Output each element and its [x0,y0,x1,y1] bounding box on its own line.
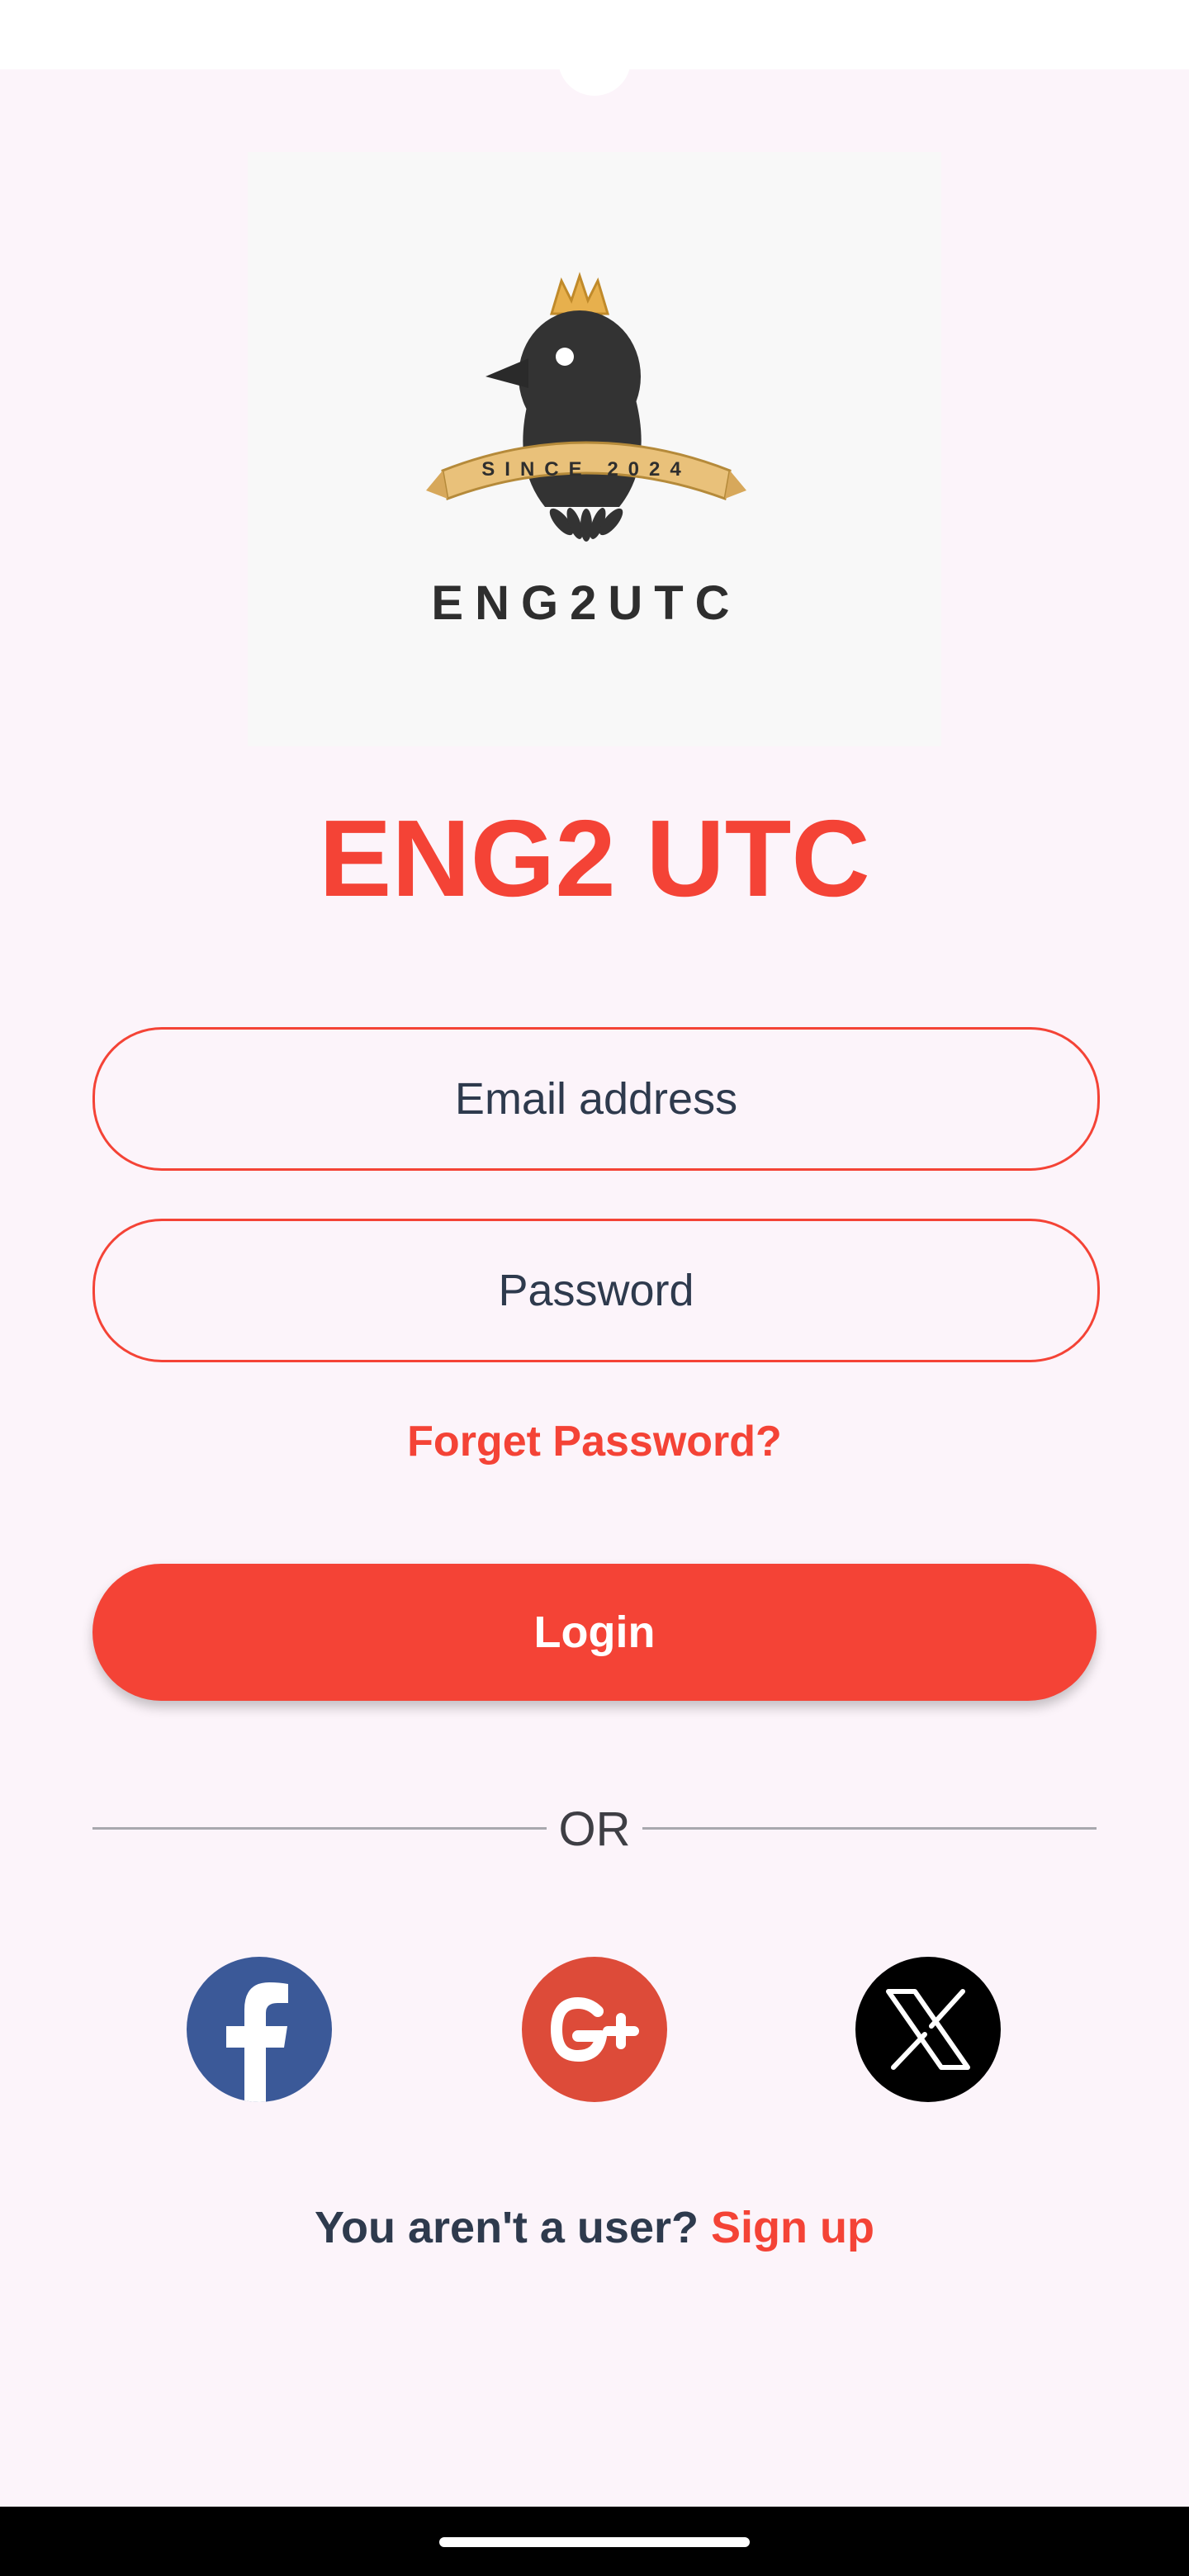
forgot-password-link[interactable]: Forget Password? [0,1409,1189,1475]
facebook-icon [226,1982,288,2102]
x-icon [886,1989,970,2070]
login-button-label: Login [533,1608,656,1657]
penguin-logo-icon: SINCE 2024 ENG2UTC [426,272,746,630]
facebook-login-button[interactable] [187,1957,332,2102]
login-button[interactable]: Login [92,1564,1097,1701]
app-logo: SINCE 2024 ENG2UTC [248,152,941,746]
signup-prompt: You aren't a user? Sign up [0,2195,1189,2261]
logo-ribbon-text: SINCE 2024 [481,458,690,481]
signup-link[interactable]: Sign up [711,2203,874,2252]
home-indicator[interactable] [439,2537,750,2547]
x-login-button[interactable] [855,1957,1001,2102]
google-plus-icon [551,1997,639,2062]
divider-left [92,1827,547,1830]
password-placeholder: Password [498,1266,694,1315]
signup-question: You aren't a user? [315,2203,699,2252]
email-placeholder: Email address [454,1074,738,1124]
password-field[interactable]: Password [92,1219,1100,1362]
email-field[interactable]: Email address [92,1027,1100,1171]
app-title: ENG2 UTC [319,798,870,919]
or-divider-label: OR [558,1802,631,1856]
divider-right [642,1827,1097,1830]
google-plus-login-button[interactable] [522,1957,667,2102]
logo-wordmark: ENG2UTC [431,576,741,630]
